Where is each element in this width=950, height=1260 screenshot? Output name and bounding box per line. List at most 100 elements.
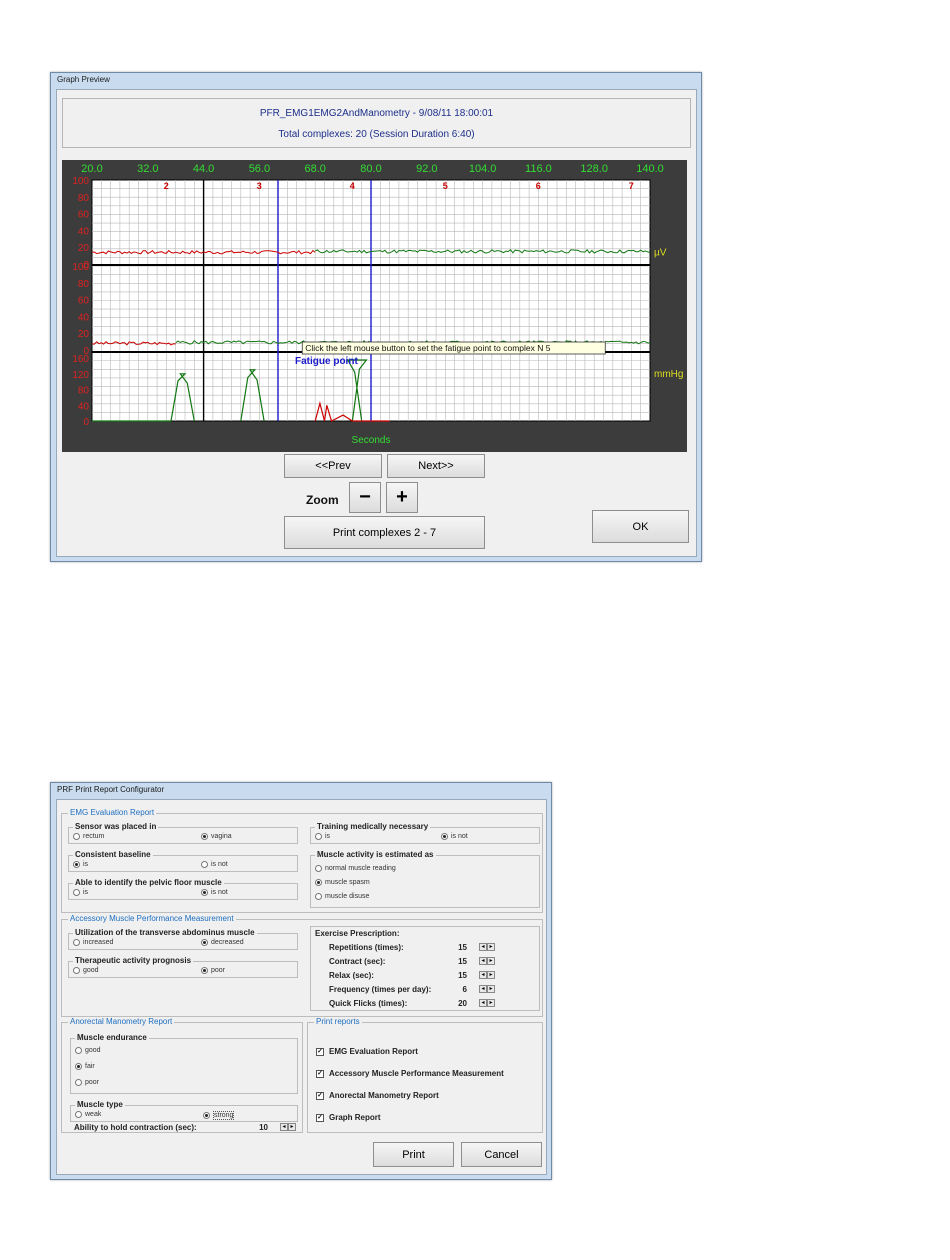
radio-baseline-is-not[interactable]: is not [201, 861, 228, 868]
x-tick-label: 20.0 [81, 163, 102, 175]
subgroup-title: Muscle activity is estimated as [315, 850, 436, 860]
subgroup-title: Sensor was placed in [73, 822, 159, 832]
check-graph-report[interactable]: ✓ Graph Report [316, 1113, 381, 1122]
spin-right-icon: ▸ [487, 957, 495, 965]
print-reports-group: Print reports ✓ EMG Evaluation Report ✓ Ac… [307, 1017, 543, 1133]
exercise-value: 15 [458, 971, 467, 980]
radio-training-is[interactable]: is [315, 833, 330, 840]
exercise-spinner[interactable]: ◂ ▸ [479, 943, 495, 951]
zoom-in-button[interactable]: + [386, 482, 418, 513]
check-anorectal-report[interactable]: ✓ Anorectal Manometry Report [316, 1091, 439, 1100]
spin-right-icon: ▸ [288, 1123, 296, 1131]
exercise-value: 15 [458, 943, 467, 952]
check-accessory-report[interactable]: ✓ Accessory Muscle Performance Measuremen… [316, 1069, 504, 1078]
cancel-button[interactable]: Cancel [461, 1142, 542, 1167]
subgroup-title: Therapeutic activity prognosis [73, 956, 194, 966]
subgroup-title: Consistent baseline [73, 850, 153, 860]
spin-right-icon: ▸ [487, 985, 495, 993]
unit-label: mmHg [654, 369, 683, 380]
group-title: EMG Evaluation Report [68, 808, 157, 818]
hold-contraction-spinner[interactable]: ◂ ▸ [280, 1123, 296, 1131]
y-tick-label: 40 [78, 226, 90, 237]
exercise-value: 6 [462, 985, 467, 994]
training-necessary-group: Training medically necessary is is not [310, 822, 540, 844]
emg-manometry-chart[interactable]: 1008060402001008060402001601208040020.0 3… [62, 160, 687, 452]
exercise-title: Exercise Prescription: [315, 929, 400, 938]
radio-identify-is[interactable]: is [73, 889, 88, 896]
print-complexes-button[interactable]: Print complexes 2 - 7 [284, 516, 485, 549]
y-tick-label: 60 [78, 296, 90, 307]
y-tick-label: 40 [78, 401, 90, 412]
spin-left-icon: ◂ [280, 1123, 288, 1131]
radio-decreased[interactable]: decreased [201, 939, 244, 946]
emg-evaluation-group: EMG Evaluation Report Sensor was placed … [61, 808, 543, 913]
session-summary: Total complexes: 20 (Session Duration 6:… [278, 129, 475, 140]
radio-type-weak[interactable]: weak [75, 1111, 101, 1118]
y-tick-label: 20 [78, 243, 90, 254]
radio-type-strong[interactable]: strong [203, 1111, 235, 1120]
x-tick-label: 92.0 [416, 163, 437, 175]
radio-endurance-fair[interactable]: fair [75, 1063, 95, 1070]
check-emg-report[interactable]: ✓ EMG Evaluation Report [316, 1047, 418, 1056]
session-header: PFR_EMG1EMG2AndManometry - 9/08/11 18:00… [62, 98, 691, 148]
y-tick-label: 60 [78, 210, 90, 221]
radio-prognosis-poor[interactable]: poor [201, 967, 225, 974]
spin-left-icon: ◂ [479, 943, 487, 951]
sensor-placement-group: Sensor was placed in rectum vagina [68, 822, 298, 844]
radio-normal-muscle[interactable]: normal muscle reading [315, 865, 396, 872]
spin-left-icon: ◂ [479, 999, 487, 1007]
radio-muscle-disuse[interactable]: muscle disuse [315, 893, 369, 900]
group-title: Print reports [314, 1017, 362, 1027]
radio-training-is-not[interactable]: is not [441, 833, 468, 840]
exercise-label: Frequency (times per day): [329, 985, 432, 994]
subgroup-title: Able to identify the pelvic floor muscle [73, 878, 224, 888]
zoom-label: Zoom [306, 493, 339, 507]
complex-label: 6 [536, 181, 541, 191]
y-tick-label: 100 [72, 262, 89, 273]
radio-prognosis-good[interactable]: good [73, 967, 99, 974]
group-title: Accessory Muscle Performance Measurement [68, 914, 236, 924]
spin-right-icon: ▸ [487, 971, 495, 979]
y-tick-label: 20 [78, 329, 90, 340]
radio-endurance-poor[interactable]: poor [75, 1079, 99, 1086]
x-tick-label: 140.0 [636, 163, 664, 175]
spin-right-icon: ▸ [487, 943, 495, 951]
radio-vagina[interactable]: vagina [201, 833, 232, 840]
exercise-spinner[interactable]: ◂ ▸ [479, 957, 495, 965]
complex-label: 7 [629, 181, 634, 191]
fatigue-tooltip-text: Click the left mouse button to set the f… [305, 343, 550, 353]
subgroup-title: Utilization of the transverse abdominus … [73, 928, 257, 938]
x-tick-label: 128.0 [580, 163, 608, 175]
identify-muscle-group: Able to identify the pelvic floor muscle… [68, 878, 298, 900]
subgroup-title: Muscle endurance [75, 1033, 149, 1043]
exercise-spinner[interactable]: ◂ ▸ [479, 971, 495, 979]
x-tick-label: 56.0 [249, 163, 270, 175]
y-tick-label: 100 [72, 176, 89, 187]
radio-endurance-good[interactable]: good [75, 1047, 101, 1054]
x-tick-label: 104.0 [469, 163, 497, 175]
anorectal-manometry-group: Anorectal Manometry Report Muscle endura… [61, 1017, 303, 1133]
exercise-value: 20 [458, 999, 467, 1008]
y-tick-label: 80 [78, 279, 90, 290]
window-title: Graph Preview [57, 75, 110, 84]
subgroup-title: Training medically necessary [315, 822, 431, 832]
zoom-out-button[interactable]: − [349, 482, 381, 513]
muscle-type-group: Muscle type weak strong [70, 1100, 298, 1122]
radio-rectum[interactable]: rectum [73, 833, 104, 840]
x-tick-label: 32.0 [137, 163, 158, 175]
spin-left-icon: ◂ [479, 971, 487, 979]
radio-increased[interactable]: increased [73, 939, 113, 946]
exercise-spinner[interactable]: ◂ ▸ [479, 999, 495, 1007]
ok-button[interactable]: OK [592, 510, 689, 543]
next-button[interactable]: Next>> [387, 454, 485, 478]
print-button[interactable]: Print [373, 1142, 454, 1167]
prev-button[interactable]: <<Prev [284, 454, 382, 478]
radio-muscle-spasm[interactable]: muscle spasm [315, 879, 370, 886]
radio-baseline-is[interactable]: is [73, 861, 88, 868]
y-tick-label: 0 [83, 417, 89, 428]
x-tick-label: 68.0 [304, 163, 325, 175]
exercise-label: Repetitions (times): [329, 943, 404, 952]
radio-identify-is-not[interactable]: is not [201, 889, 228, 896]
exercise-spinner[interactable]: ◂ ▸ [479, 985, 495, 993]
hold-contraction-value: 10 [259, 1123, 268, 1132]
